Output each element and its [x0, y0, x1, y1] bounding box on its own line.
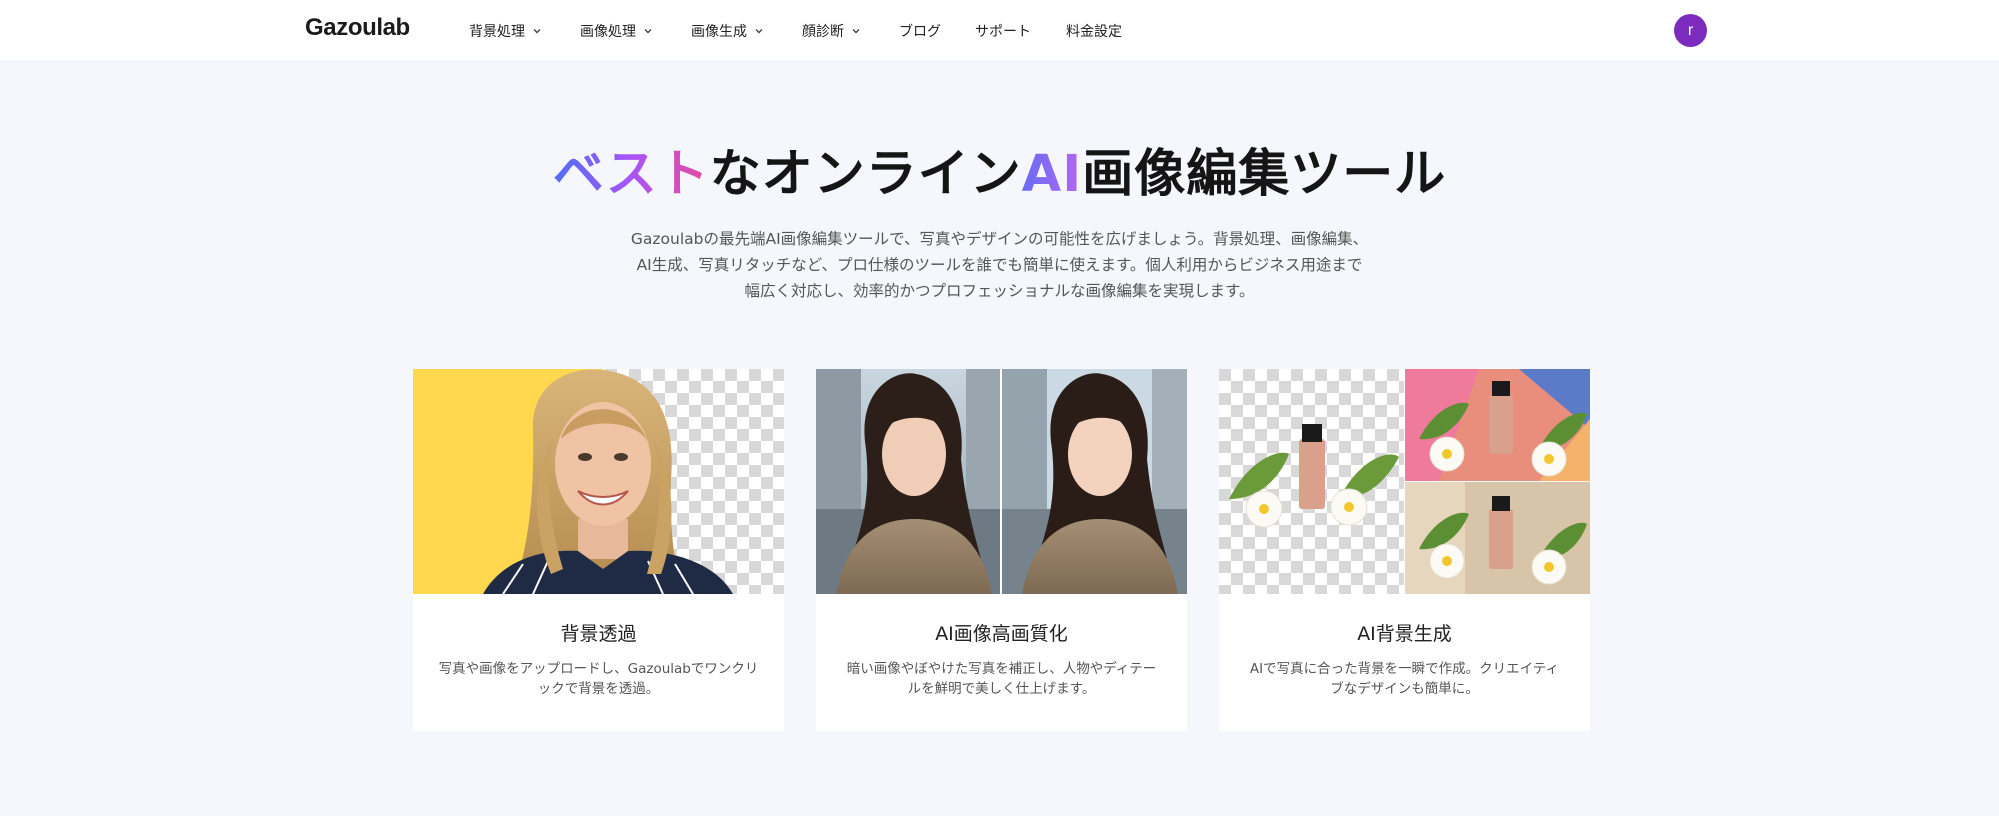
card-title: AI画像高画質化 — [935, 623, 1068, 645]
chevron-down-icon — [852, 29, 860, 34]
nav-item-label: サポート — [975, 24, 1031, 40]
top-navbar: Gazoulab 背景処理 画像処理 画像生成 顔診断 ブログ サポート 料金設… — [0, 0, 1999, 62]
product-image-grid — [1219, 369, 1590, 594]
nav-item-label: 顔診断 — [802, 24, 844, 40]
nav-item-label: 画像処理 — [580, 24, 636, 40]
hero-title-text-2: 画像編集ツール — [1082, 145, 1447, 204]
nav-item-image-processing[interactable]: 画像処理 — [580, 19, 654, 43]
feature-card-upscale[interactable]: AI画像高画質化 暗い画像やぼやけた写真を補正し、人物やディテールを鮮明で美しく… — [816, 369, 1187, 731]
nav-item-pricing[interactable]: 料金設定 — [1066, 19, 1122, 43]
nav-item-support[interactable]: サポート — [975, 19, 1031, 43]
nav-item-label: ブログ — [899, 24, 941, 40]
feature-card-ai-background[interactable]: AI背景生成 AIで写真に合った背景を一瞬で作成。クリエイティブなデザインも簡単… — [1219, 369, 1590, 731]
nav-item-face-diagnosis[interactable]: 顔診断 — [802, 19, 862, 43]
hero-title-text: なオンライン — [709, 145, 1022, 204]
nav-item-image-generation[interactable]: 画像生成 — [691, 19, 765, 43]
nav-item-background[interactable]: 背景処理 — [469, 19, 543, 43]
hero-desc-line: Gazoulabの最先端AI画像編集ツールで、写真やデザインの可能性を広げましょ… — [630, 230, 1369, 248]
nav-item-label: 背景処理 — [469, 24, 525, 40]
hero-desc-line: AI生成、写真リタッチなど、プロ仕様のツールを誰でも簡単に使えます。個人利用から… — [636, 256, 1363, 274]
hero-desc-line: 幅広く対応し、効率的かつプロフェッショナルな画像編集を実現します。 — [744, 282, 1255, 300]
card-description: 写真や画像をアップロードし、Gazoulabでワンクリックで背景を透過。 — [438, 661, 759, 697]
card-image-background-removal — [413, 369, 784, 594]
card-title: AI背景生成 — [1357, 623, 1452, 645]
card-image-upscale — [816, 369, 1187, 594]
card-image-ai-background — [1219, 369, 1590, 594]
portrait-image — [413, 369, 784, 594]
chevron-down-icon — [644, 29, 652, 34]
hero-description: Gazoulabの最先端AI画像編集ツールで、写真やデザインの可能性を広げましょ… — [560, 226, 1439, 304]
card-description: 暗い画像やぼやけた写真を補正し、人物やディテールを鮮明で美しく仕上げます。 — [846, 661, 1157, 697]
nav-item-blog[interactable]: ブログ — [899, 19, 941, 43]
hero-title: ベストなオンラインAI画像編集ツール — [0, 132, 1999, 206]
logo[interactable]: Gazoulab — [305, 14, 410, 42]
nav-item-label: 料金設定 — [1066, 24, 1122, 40]
user-avatar[interactable]: r — [1674, 14, 1707, 47]
feature-card-background-removal[interactable]: 背景透過 写真や画像をアップロードし、Gazoulabでワンクリックで背景を透過… — [413, 369, 784, 731]
card-title: 背景透過 — [560, 623, 637, 645]
chevron-down-icon — [755, 29, 763, 34]
hero-title-ai: AI — [1021, 145, 1083, 204]
before-after-image — [816, 369, 1187, 594]
nav-item-label: 画像生成 — [691, 24, 747, 40]
card-description: AIで写真に合った背景を一瞬で作成。クリエイティブなデザインも簡単に。 — [1249, 661, 1560, 697]
chevron-down-icon — [533, 29, 541, 34]
hero-title-highlight: ベスト — [552, 145, 710, 204]
